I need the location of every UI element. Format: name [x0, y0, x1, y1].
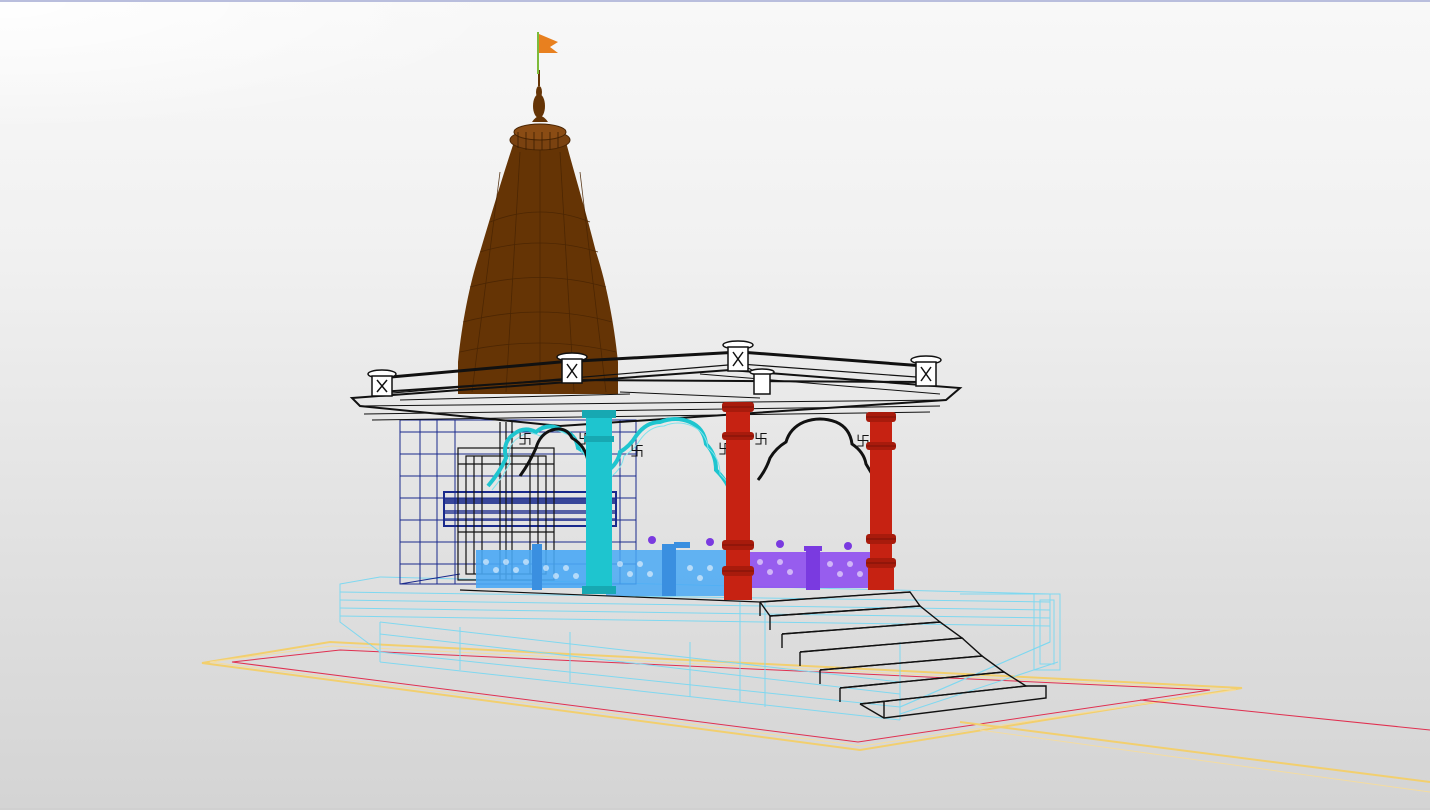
parapet-post	[910, 355, 942, 387]
amalaka-crown	[509, 70, 571, 151]
ornament-icon: 卐	[518, 432, 532, 448]
shikhara-spire	[458, 70, 618, 394]
ground-footprint	[201, 640, 1430, 793]
column-red-front	[722, 402, 754, 600]
parapet-post	[749, 368, 775, 395]
front-railing	[476, 536, 872, 596]
parapet-post	[722, 340, 754, 372]
ornament-icon: 卐	[754, 432, 768, 448]
column-teal	[582, 410, 616, 594]
temple-wireframe-scene: 卐 卐 卐 卐 卐 卐	[201, 32, 1430, 793]
3d-viewport[interactable]: 卐 卐 卐 卐 卐 卐	[0, 0, 1430, 808]
entrance-steps	[759, 591, 1047, 719]
parapet-post	[556, 352, 588, 384]
parapet-post	[367, 369, 397, 397]
ornament-icon: 卐	[630, 444, 644, 460]
saffron-flag-icon	[537, 32, 558, 74]
column-red-right	[866, 412, 896, 590]
